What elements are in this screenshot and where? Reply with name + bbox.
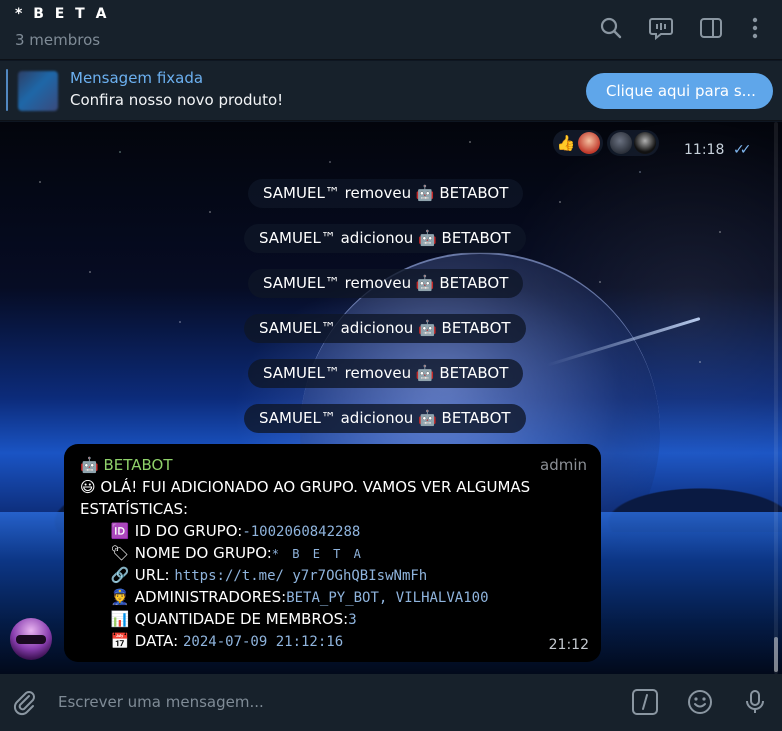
stat-admins: 👮 ADMINISTRADORES:BETA_PY_BOT, VILHALVA1… — [110, 588, 489, 606]
pinned-indicator — [6, 69, 8, 111]
bar-chart-icon: 📊 — [110, 610, 130, 628]
pinned-text: Confira nosso novo produto! — [70, 91, 284, 109]
police-officer-icon: 👮 — [110, 588, 130, 606]
stat-date: 📅 DATA: 2024-07-09 21:12:16 — [110, 632, 344, 650]
message-sender[interactable]: 🤖 BETABOT — [80, 456, 173, 474]
bot-message-bubble[interactable]: 🤖 BETABOT admin 😃 OLÁ! FUI ADICIONADO AO… — [64, 444, 601, 662]
service-message: SAMUEL™ adicionou 🤖 BETABOT — [244, 314, 526, 343]
stat-group-name: 🏷 NOME DO GRUPO:* B E T A — [110, 544, 364, 562]
smiley-icon: 😃 — [80, 478, 96, 496]
message-input[interactable] — [58, 688, 598, 716]
service-message: SAMUEL™ adicionou 🤖 BETABOT — [244, 404, 526, 433]
chat-title[interactable]: * B E T A — [15, 6, 109, 22]
admin-badge: admin — [540, 456, 587, 474]
pinned-thumbnail — [18, 71, 58, 111]
attach-icon[interactable] — [10, 688, 38, 716]
service-message: SAMUEL™ removeu 🤖 BETABOT — [248, 269, 524, 298]
group-url-link[interactable]: https://t.me/ y7r7OGhQBIswNmFh — [174, 568, 427, 584]
robot-icon: 🤖 — [80, 456, 99, 474]
reaction-thumbs-up[interactable]: 👍 — [553, 130, 603, 156]
search-icon[interactable] — [598, 15, 624, 41]
robot-icon: 🤖 — [418, 319, 437, 337]
scrollbar[interactable] — [774, 122, 778, 674]
reactor-avatar — [610, 132, 632, 154]
read-receipt-icon: ✓✓ — [733, 142, 752, 158]
reactor-avatar — [578, 132, 600, 154]
message-time: 21:12 — [548, 637, 589, 653]
microphone-icon[interactable] — [741, 688, 769, 716]
thumbs-up-icon: 👍 — [556, 134, 576, 152]
robot-icon: 🤖 — [418, 409, 437, 427]
message-composer — [0, 674, 782, 731]
greeting-line: ESTATÍSTICAS: — [80, 500, 189, 518]
stat-url: 🔗 URL: https://t.me/ y7r7OGhQBIswNmFh — [110, 566, 428, 584]
service-message: SAMUEL™ removeu 🤖 BETABOT — [248, 179, 524, 208]
pinned-message-bar[interactable]: Mensagem fixada Confira nosso novo produ… — [0, 61, 782, 121]
calendar-icon: 📅 — [110, 632, 130, 650]
message-list[interactable]: 👍 11:18 ✓✓ SAMUEL™ removeu 🤖 BETABOT SAM… — [0, 122, 782, 674]
pinned-title: Mensagem fixada — [70, 69, 204, 87]
message-time: 11:18 — [684, 142, 725, 158]
more-options-icon[interactable] — [742, 15, 768, 41]
reaction-avatars[interactable] — [607, 130, 659, 156]
bot-commands-icon[interactable] — [631, 688, 659, 716]
reactions-row: 👍 — [553, 130, 659, 156]
robot-icon: 🤖 — [415, 274, 435, 292]
pinned-action-button[interactable]: Clique aqui para s... — [586, 73, 773, 109]
id-icon: 🆔 — [110, 522, 130, 540]
chat-header: * B E T A 3 membros — [0, 0, 782, 60]
service-message: SAMUEL™ removeu 🤖 BETABOT — [248, 359, 524, 388]
robot-icon: 🤖 — [415, 184, 435, 202]
member-count: 3 membros — [15, 31, 101, 49]
video-chat-icon[interactable] — [648, 15, 674, 41]
emoji-icon[interactable] — [686, 688, 714, 716]
label-tag-icon: 🏷 — [110, 544, 130, 562]
robot-icon: 🤖 — [418, 229, 437, 247]
sidebar-toggle-icon[interactable] — [698, 15, 724, 41]
link-icon: 🔗 — [110, 566, 130, 584]
scrollbar-thumb[interactable] — [774, 637, 778, 672]
stat-member-count: 📊 QUANTIDADE DE MEMBROS:3 — [110, 610, 357, 628]
service-message: SAMUEL™ adicionou 🤖 BETABOT — [244, 224, 526, 253]
greeting-line: 😃 OLÁ! FUI ADICIONADO AO GRUPO. VAMOS VE… — [80, 478, 531, 496]
robot-icon: 🤖 — [415, 364, 435, 382]
reactor-avatar — [634, 132, 656, 154]
bot-avatar[interactable] — [10, 618, 52, 660]
stat-group-id: 🆔 ID DO GRUPO:-1002060842288 — [110, 522, 361, 540]
